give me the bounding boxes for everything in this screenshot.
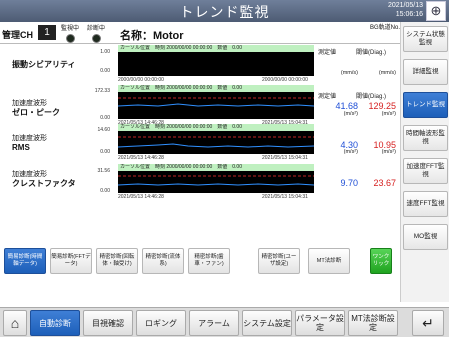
title-bar: トレンド監視 2021/05/13 15:06:16 ⊕ [0, 0, 449, 22]
subtab-precise-fluid[interactable]: 精密診断(流体系) [142, 248, 184, 274]
page-title: トレンド監視 [179, 4, 270, 20]
row1-unit-threshold: (mm/s) [378, 70, 396, 76]
nav-auto-diagnosis[interactable]: 自動診断 [30, 310, 80, 336]
diagnosis-subtabs: 簡易診断(時間軸データ) 簡易診断(FFTデータ) 精密診断(回転体・軸受け) … [0, 244, 400, 278]
row4-threshold: 23.67 [373, 178, 396, 188]
row2-measured: 41.68 [335, 101, 358, 111]
info-bar: 管理CH 1 監視中 診断中 名称：Motor BG軌道No. [0, 22, 400, 44]
row-title-severity: 振動シビアリティ [12, 60, 76, 69]
monitoring-led-icon [65, 34, 75, 43]
row4-ymin: 0.00 [100, 188, 110, 194]
threshold-header-2: 閾値(Diag.) [356, 94, 387, 100]
nav-mt-settings[interactable]: MT法診断設定 [348, 310, 398, 336]
nav-alarm[interactable]: アラーム [189, 310, 239, 336]
measured-header-2: 測定値 [318, 94, 337, 100]
row-title-zero-peak: 加速度波形 ゼロ・ピーク [12, 100, 60, 117]
nav-system-settings[interactable]: システム設定 [242, 310, 292, 336]
monitoring-indicator: 監視中 [58, 23, 82, 43]
row2-ymax: 172.33 [94, 88, 110, 94]
back-icon[interactable]: ↵ [412, 310, 444, 336]
row3-ymax: 14.60 [97, 127, 110, 133]
ch-label: 管理CH [2, 30, 33, 40]
row3-ts-left: 2021/05/13 14:46:28 [118, 155, 164, 161]
row3-ts-right: 2021/05/13 15:04:31 [262, 155, 308, 161]
row1-unit-measured: (mm/s) [340, 70, 358, 76]
side-btn-system-status[interactable]: システム状態監視 [403, 26, 448, 52]
row2-plot[interactable] [118, 92, 314, 119]
side-menu: システム状態監視 詳細監視 トレンド監視 時間軸波形監視 加速度FFT監視 速度… [400, 22, 449, 302]
measured-header: 測定値 [318, 50, 337, 56]
globe-icon[interactable]: ⊕ [426, 1, 446, 21]
subtab-precise-rotor[interactable]: 精密診断(回転体・軸受け) [96, 248, 138, 274]
row1-ymin: 0.00 [100, 68, 110, 74]
row3-unit-measured: (m/s²) [343, 149, 358, 155]
side-btn-trend[interactable]: トレンド監視 [403, 92, 448, 118]
row1-plot[interactable] [118, 52, 314, 76]
row1-ymax: 1.00 [100, 49, 110, 55]
time-text: 15:06:16 [395, 11, 423, 18]
row-title-rms: 加速度波形 RMS [12, 135, 47, 152]
side-btn-detail[interactable]: 詳細監視 [403, 59, 448, 85]
row4-measured: 9.70 [340, 178, 358, 188]
nav-logging[interactable]: ロギング [136, 310, 186, 336]
row3-plot[interactable] [118, 131, 314, 154]
subtab-simple-time[interactable]: 簡易診断(時間軸データ) [4, 248, 46, 274]
row1-ts-left: 2000/00/00 00:00:00 [118, 77, 164, 83]
row-title-crest: 加速度波形 クレストファクタ [12, 171, 76, 188]
row2-threshold: 129.25 [368, 101, 396, 111]
row4-trend-line [118, 183, 314, 186]
row2-ymin: 0.00 [100, 115, 110, 121]
side-btn-velocity-fft[interactable]: 速度FFT監視 [403, 191, 448, 217]
row3-unit-threshold: (m/s²) [381, 149, 396, 155]
diagnosing-label: 診断中 [86, 26, 105, 32]
side-btn-accel-fft[interactable]: 加速度FFT監視 [403, 158, 448, 184]
bg-label: BG軌道No. [370, 25, 401, 31]
nav-parameter-settings[interactable]: パラメータ設定 [295, 310, 345, 336]
date-text: 2021/05/13 [387, 2, 423, 9]
row1-ts-right: 2000/00/00 00:00:00 [262, 77, 308, 83]
row4-ts-right: 2021/05/13 15:04:31 [262, 194, 308, 200]
subtab-mt-method[interactable]: MT法診断 [308, 248, 350, 274]
row2-trend-line [118, 103, 314, 107]
subtab-simple-fft[interactable]: 簡易診断(FFTデータ) [50, 248, 92, 274]
threshold-header: 閾値(Diag.) [356, 50, 387, 56]
one-click-button[interactable]: ワンクリック [370, 248, 392, 274]
nav-visual-check[interactable]: 目視確認 [83, 310, 133, 336]
datetime: 2021/05/13 15:06:16 [388, 1, 423, 19]
row3-ymin: 0.00 [100, 149, 110, 155]
diagnosing-led-icon [91, 34, 101, 43]
row2-unit-threshold: (m/s²) [381, 111, 396, 117]
row4-ts-left: 2021/05/13 14:46:28 [118, 194, 164, 200]
row4-ymax: 31.56 [97, 168, 110, 174]
row3-cursor-bar: カーソル位置 時刻 2000/00/00 00:00:00 数値 0.00 [118, 124, 314, 131]
row4-cursor-bar: カーソル位置 時刻 2000/00/00 00:00:00 数値 0.00 [118, 164, 314, 171]
row4-plot[interactable] [118, 171, 314, 193]
side-btn-mo[interactable]: MO監視 [403, 224, 448, 250]
row2-unit-measured: (m/s²) [343, 111, 358, 117]
row1-cursor-bar: カーソル位置 時刻 2000/00/00 00:00:00 数値 0.00 [118, 45, 314, 52]
footer-nav: ⌂ 自動診断 目視確認 ロギング アラーム システム設定 パラメータ設定 MT法… [0, 307, 449, 337]
ch-number[interactable]: 1 [38, 25, 56, 40]
row3-trend-line [118, 143, 314, 148]
row2-cursor-bar: カーソル位置 時刻 2000/00/00 00:00:00 数値 0.00 [118, 85, 314, 92]
machine-name: 名称：Motor [120, 30, 184, 42]
subtab-precise-user[interactable]: 精密診断(ユーザ設定) [258, 248, 300, 274]
monitoring-label: 監視中 [60, 26, 79, 32]
home-icon[interactable]: ⌂ [3, 310, 27, 336]
side-btn-time-wave[interactable]: 時間軸波形監視 [403, 125, 448, 151]
diagnosing-indicator: 診断中 [84, 23, 108, 43]
subtab-precise-gear[interactable]: 精密診断(歯車・ファン) [188, 248, 230, 274]
